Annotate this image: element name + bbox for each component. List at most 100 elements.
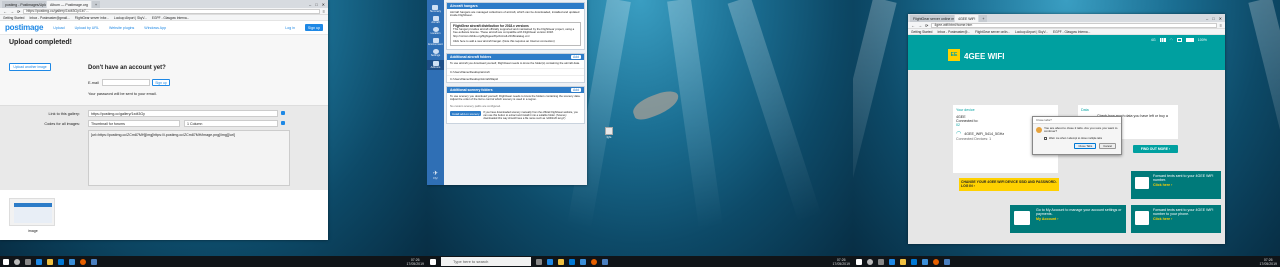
forward-link[interactable]: Click here › [1153,183,1218,187]
sidebar-item-summary[interactable]: Summary [430,5,441,13]
sms-icon[interactable] [1176,38,1182,42]
upload-another-button[interactable]: Upload another image [9,63,51,71]
signup-button[interactable]: Sign up [305,24,323,31]
task-view-icon[interactable] [878,258,884,265]
close-tabs-button[interactable]: Close Tabs [1074,142,1097,149]
install-scenery-button[interactable]: Install add-on scenery [450,111,482,117]
bookmark-item[interactable]: FlightGear server onlin... [975,30,1010,34]
bookmark-item[interactable]: EGPF - Glasgow Interna... [1053,30,1090,34]
edge-icon[interactable] [547,258,553,265]
login-link[interactable]: Log in [285,26,295,30]
folder-item[interactable]: C:/Users/Name/Desktop/aircraft [447,67,584,75]
copy-codes-icon[interactable] [281,121,285,125]
fly-button[interactable]: ✈ Fly! [433,171,438,180]
taskbar-clock[interactable]: 07:26 17/05/2019 [406,258,424,266]
ee-logo[interactable]: EE [948,49,960,61]
reload-icon[interactable]: ⟳ [925,23,928,28]
firefox-icon[interactable] [80,258,86,265]
address-bar[interactable]: https://postimg.cc/gallery/1xdt3Gy/1b7..… [23,8,320,14]
my-account-link[interactable]: My Account › [1036,217,1123,221]
reload-icon[interactable]: ⟳ [17,9,20,14]
new-tab-button[interactable]: + [91,1,100,8]
codes-columns-select[interactable]: 1 Column [184,120,278,127]
address-bar[interactable]: 4gee.wifi/html/home.htm [931,22,1217,28]
search-box[interactable]: Type here to search [441,257,531,266]
task-view-icon[interactable] [25,258,31,265]
new-tab-button[interactable]: + [979,15,988,22]
edge-icon[interactable] [36,258,42,265]
file-explorer-icon[interactable] [47,258,53,265]
signup-small-button[interactable]: Sign up [152,79,170,86]
bookmark-item[interactable]: Inbox - Postmaster@... [937,30,970,34]
close-icon[interactable]: ✕ [322,2,325,7]
gallery-link-input[interactable]: https://postimg.cc/gallery/1xdt3Gy [88,110,278,117]
taskbar-clock[interactable]: 07:26 17/05/2019 [1259,258,1277,266]
add-folder-button[interactable]: Add [570,55,581,60]
image-thumbnail[interactable] [9,198,55,226]
maximize-icon[interactable]: □ [1212,16,1214,21]
copy-link-icon[interactable] [281,111,285,115]
warn-checkbox[interactable] [1044,136,1047,140]
mail-icon[interactable] [580,258,586,265]
windows-start-icon[interactable] [430,258,436,265]
bookmark-item[interactable]: Getting Started [911,30,932,34]
store-icon[interactable] [58,258,64,265]
task-view-icon[interactable] [536,258,542,265]
sidebar-item-location[interactable]: Location [431,27,440,35]
tab-album[interactable]: Album — Postimage.org [47,1,91,8]
tab-4gee-wifi[interactable]: 4GEE WiFi [955,15,979,22]
forward-icon[interactable]: → [10,9,14,14]
email-field[interactable] [102,79,150,86]
sidebar-item-environment[interactable]: Environment [428,38,443,46]
edge-icon[interactable] [889,258,895,265]
dist-url[interactable]: http://mirrors.ibiblio.org/flightgear/ft… [453,34,578,38]
nav-website-plugins[interactable]: Website plugins [109,26,134,30]
tab-postimage[interactable]: postimg - Postimages/Upload/... [2,1,46,8]
firefox-icon[interactable] [933,258,939,265]
mail-icon[interactable] [922,258,928,265]
back-icon[interactable]: ← [3,9,7,14]
bookmark-item[interactable]: EGPF - Glasgow Interna... [152,16,189,20]
sidebar-item-settings[interactable]: Settings [431,49,440,57]
search-icon[interactable] [867,258,873,265]
cancel-button[interactable]: Cancel [1099,142,1116,149]
mail-icon[interactable] [69,258,75,265]
folder-item[interactable]: C:/Users/Name/Desktop/Aircraft/Rapid [447,74,584,82]
search-icon[interactable] [14,258,20,265]
minimize-icon[interactable]: – [309,2,311,7]
flightgear-icon[interactable] [602,258,608,265]
add-scenery-button[interactable]: Add [570,87,581,92]
minimize-icon[interactable]: – [1206,16,1208,21]
desktop-icon-fgfs[interactable]: fgfs [604,127,614,139]
postimage-logo[interactable]: postimage [5,23,43,32]
dist-hint[interactable]: Click here to add a new aircraft hangar.… [453,39,578,43]
menu-icon[interactable]: ≡ [323,9,325,14]
store-icon[interactable] [569,258,575,265]
menu-icon[interactable]: ≡ [1220,23,1222,28]
bookmark-item[interactable]: Inbox - Postmaster@gmail... [29,16,69,20]
store-icon[interactable] [911,258,917,265]
bookmark-item[interactable]: Lookup Airport | SkyV... [1015,30,1048,34]
find-out-more-button[interactable]: FIND OUT MORE › [1133,145,1178,153]
change-wifi-banner[interactable]: CHANGE YOUR 4GEE WIFI DEVICE SSID AND PA… [959,178,1059,191]
windows-start-icon[interactable] [856,258,862,265]
sidebar-item-addons[interactable]: Add-ons [427,60,444,70]
bookmark-item[interactable]: Lookup Airport | SkyV... [114,16,147,20]
firefox-icon[interactable] [591,258,597,265]
tab-flightgear-map[interactable]: FlightGear server online map... [910,15,954,22]
bookmark-item[interactable]: FlightGear server infor... [75,16,109,20]
nav-windows-app[interactable]: Windows App [144,26,166,30]
taskbar-clock[interactable]: 07:26 17/05/2019 [832,258,850,266]
file-explorer-icon[interactable] [900,258,906,265]
nav-upload-url[interactable]: Upload by URL [75,26,99,30]
flightgear-icon[interactable] [944,258,950,265]
forward-icon[interactable]: → [918,23,922,28]
windows-start-icon[interactable] [3,258,9,265]
forward-phone-link[interactable]: Click here › [1153,217,1218,221]
codes-format-select[interactable]: Thumbnail for forums [88,120,180,127]
close-icon[interactable]: ✕ [1219,16,1222,21]
flightgear-icon[interactable] [91,258,97,265]
sidebar-item-aircraft[interactable]: Aircraft [431,16,440,24]
maximize-icon[interactable]: □ [315,2,317,7]
codes-textarea[interactable]: [url=https://postimg.cc/ZCm87MH][img]htt… [88,130,290,186]
